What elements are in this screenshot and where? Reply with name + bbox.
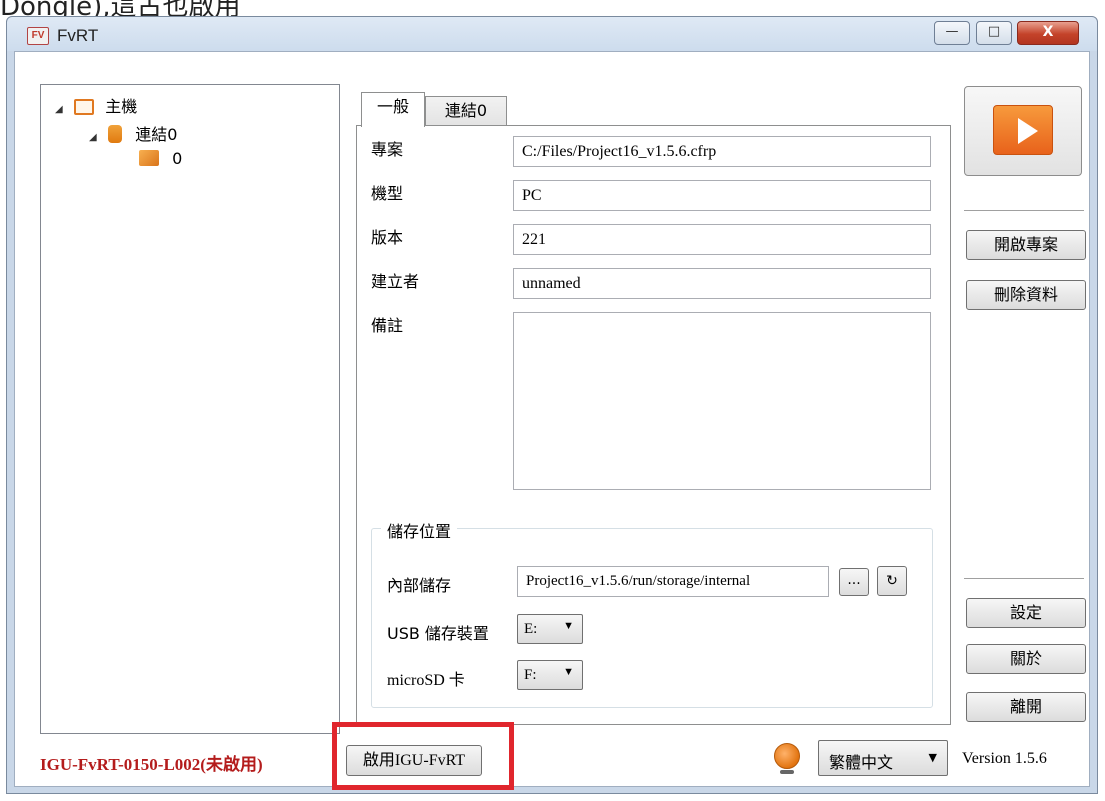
- title-bar: FV FvRT — □ X: [7, 17, 1097, 51]
- globe-stand: [780, 770, 794, 774]
- chevron-down-icon: ▼: [563, 666, 574, 678]
- internal-storage-field[interactable]: Project16_v1.5.6/run/storage/internal: [517, 566, 829, 597]
- project-path-field[interactable]: C:/Files/Project16_v1.5.6.cfrp: [513, 136, 931, 167]
- storage-group-title: 儲存位置: [381, 518, 458, 542]
- settings-button[interactable]: 設定: [966, 598, 1086, 628]
- tree-item-device0[interactable]: 0: [139, 149, 182, 168]
- exit-button[interactable]: 離開: [966, 692, 1086, 722]
- refresh-button[interactable]: ↻: [877, 566, 907, 596]
- sd-card-label: microSD 卡: [387, 672, 465, 689]
- database-icon: [108, 125, 123, 143]
- expand-triangle-icon[interactable]: ◢: [89, 132, 103, 143]
- about-button[interactable]: 關於: [966, 644, 1086, 674]
- version-label: Version 1.5.6: [962, 750, 1047, 767]
- tab-link0[interactable]: 連結0: [425, 96, 507, 126]
- highlight-box: [332, 722, 514, 790]
- tree-item-label: 0: [172, 149, 183, 168]
- notes-label: 備註: [371, 316, 404, 335]
- top-caption: Dongle),這古也啟用: [0, 0, 241, 16]
- creator-field[interactable]: unnamed: [513, 268, 931, 299]
- monitor-icon: [74, 99, 95, 115]
- play-icon: [993, 105, 1053, 155]
- sd-drive-select[interactable]: F: ▼: [517, 660, 583, 690]
- chevron-down-icon: ▼: [563, 620, 574, 632]
- tree-item-link0[interactable]: ◢ 連結0: [89, 121, 177, 145]
- usb-storage-label: USB 儲存裝置: [387, 624, 489, 643]
- language-select[interactable]: 繁體中文 ▼: [818, 740, 948, 776]
- language-value: 繁體中文: [829, 753, 894, 772]
- action-panel: 開啟專案 刪除資料 設定 關於 離開: [958, 84, 1090, 734]
- project-label: 專案: [371, 140, 404, 159]
- sd-drive-value: F:: [524, 667, 537, 683]
- model-label: 機型: [371, 184, 404, 203]
- open-project-button[interactable]: 開啟專案: [966, 230, 1086, 260]
- tab-general[interactable]: 一般: [361, 92, 425, 127]
- close-button[interactable]: X: [1017, 21, 1079, 45]
- delete-data-button[interactable]: 刪除資料: [966, 280, 1086, 310]
- maximize-button[interactable]: □: [976, 21, 1012, 45]
- project-tree[interactable]: ◢ 主機 ◢ 連結0 0: [40, 84, 340, 734]
- chevron-down-icon: ▼: [928, 751, 937, 764]
- refresh-icon: ↻: [886, 573, 898, 589]
- play-triangle: [1018, 118, 1038, 144]
- creator-label: 建立者: [371, 272, 420, 291]
- notes-textarea[interactable]: [513, 312, 931, 490]
- tree-item-host[interactable]: ◢ 主機: [55, 93, 137, 117]
- tree-item-label: 連結0: [135, 125, 178, 144]
- divider: [964, 578, 1084, 580]
- box-icon: [139, 150, 159, 166]
- usb-drive-value: E:: [524, 621, 538, 637]
- model-field[interactable]: PC: [513, 180, 931, 211]
- divider: [964, 210, 1084, 212]
- version-field[interactable]: 221: [513, 224, 931, 255]
- app-logo-icon: FV: [27, 27, 49, 45]
- version-label: 版本: [371, 228, 404, 247]
- tab-content-general: 專案 C:/Files/Project16_v1.5.6.cfrp 機型 PC …: [356, 125, 951, 725]
- window-title: FvRT: [57, 26, 99, 45]
- globe-icon: [774, 743, 800, 769]
- minimize-button[interactable]: —: [934, 21, 970, 45]
- browse-button[interactable]: ...: [839, 568, 869, 596]
- expand-triangle-icon[interactable]: ◢: [55, 104, 69, 115]
- usb-drive-select[interactable]: E: ▼: [517, 614, 583, 644]
- run-button[interactable]: [964, 86, 1082, 176]
- license-status: IGU-FvRT-0150-L002(未啟用): [40, 755, 263, 774]
- tree-item-label: 主機: [105, 97, 138, 116]
- internal-storage-label: 內部儲存: [387, 576, 452, 595]
- tab-panel: 一般 連結0 專案 C:/Files/Project16_v1.5.6.cfrp…: [343, 84, 954, 734]
